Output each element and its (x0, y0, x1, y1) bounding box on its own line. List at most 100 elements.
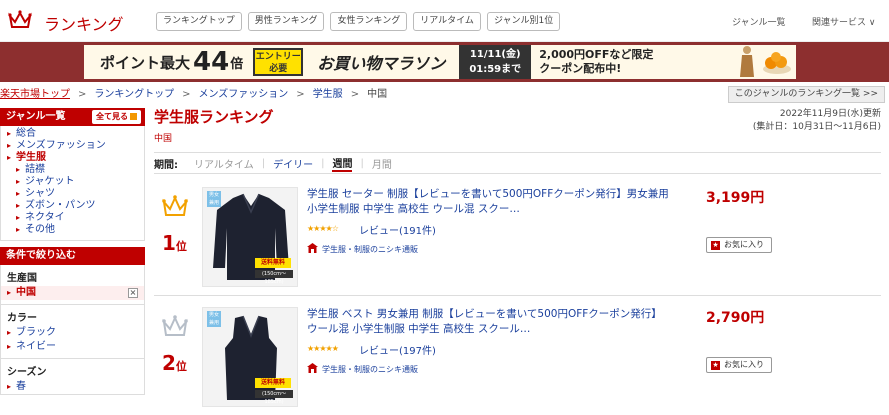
product-price: 2,790円 (706, 310, 765, 326)
filter-color-navy[interactable]: ネイビー (1, 340, 144, 354)
period-weekly[interactable]: 週間 (332, 155, 353, 172)
favorite-label: お気に入り (724, 360, 764, 369)
rating-stars: ★★★★☆ (307, 224, 339, 233)
banner-deadline: 11/11(金) 01:59まで (459, 45, 532, 79)
review-count[interactable]: レビュー(197件) (359, 342, 436, 357)
filter-color-black[interactable]: ブラック (1, 326, 144, 340)
main-content: 学生服ランキング 中国 2022年11月9日(水)更新 (集計日：10月31日〜… (154, 108, 881, 407)
top-tabs: ランキングトップ 男性ランキング 女性ランキング リアルタイム ジャンル別1位 (156, 12, 561, 31)
sidebar-item-mens-fashion[interactable]: メンズファッション (7, 140, 144, 152)
size-note: (150cm〜185cm) (255, 390, 293, 405)
genre-list-title: ジャンル一覧 (6, 111, 66, 122)
banner-entry-line1: エントリー (255, 52, 301, 62)
breadcrumb-ranking-top[interactable]: ランキングトップ (94, 86, 174, 104)
rank-number: 1位 (162, 231, 187, 255)
update-date: 2022年11月9日(水)更新 (779, 109, 881, 119)
sidebar-item-school-uniform[interactable]: 学生服 (7, 152, 144, 164)
breadcrumb-separator: > (296, 89, 305, 100)
ranking-item: 1位 男女兼用 送料無料 (150cm〜185cm) 学生服 セーター 制服【レ… (154, 187, 881, 295)
banner-point-number: 44 (193, 47, 230, 77)
free-shipping-badge: 送料無料 (255, 378, 291, 388)
banner-person-icon (740, 46, 754, 77)
item-divider (154, 295, 881, 296)
sidebar-item-necktie[interactable]: ネクタイ (7, 212, 144, 224)
filter-season-title: シーズン (1, 358, 144, 380)
filter-panel: 生産国 中国 × カラー ブラック ネイビー シーズン 春 (0, 265, 145, 395)
sidebar-item-pants[interactable]: ズボン・パンツ (7, 200, 144, 212)
genre-list-header: ジャンル一覧 全て見る (0, 108, 145, 126)
banner-coupon-line2: クーポン配布中! (539, 62, 622, 75)
shop-icon (307, 363, 318, 373)
shop-icon (307, 243, 318, 253)
banner-point-text: ポイント最大 (100, 53, 191, 72)
favorite-label: お気に入り (724, 240, 764, 249)
related-services-link[interactable]: 関連サービス ∨ (812, 15, 875, 28)
filter-header: 条件で絞り込む (0, 247, 145, 265)
period-realtime[interactable]: リアルタイム (194, 156, 254, 171)
rank-value: 1 (162, 231, 176, 255)
rank-unit: 位 (175, 240, 187, 253)
banner-date-line2: 01:59まで (469, 64, 522, 75)
favorite-button[interactable]: ★ お気に入り (706, 237, 772, 253)
product-image[interactable]: 男女兼用 送料無料 (150cm〜185cm) (202, 187, 298, 287)
banner-point-unit: 倍 (230, 56, 244, 72)
sidebar-item-other[interactable]: その他 (7, 224, 144, 236)
site-header: ランキング ランキングトップ 男性ランキング 女性ランキング リアルタイム ジャ… (0, 0, 889, 42)
period-separator: | (321, 157, 325, 169)
favorite-button[interactable]: ★ お気に入り (706, 357, 772, 373)
breadcrumb-separator: > (182, 89, 191, 100)
review-count[interactable]: レビュー(191件) (359, 222, 436, 237)
tab-female-ranking[interactable]: 女性ランキング (330, 12, 408, 31)
filter-origin-china-label: 中国 (16, 287, 36, 298)
filter-season-spring[interactable]: 春 (1, 380, 144, 394)
banner-coupon-text: 2,000円OFFなど限定 クーポン配布中! (539, 48, 653, 76)
banner-coupon-line1: 2,000円OFFなど限定 (539, 48, 654, 61)
tab-realtime[interactable]: リアルタイム (413, 12, 481, 31)
filter-color-title: カラー (1, 304, 144, 326)
breadcrumb-rakuten-top[interactable]: 楽天市場トップ (0, 86, 70, 104)
genre-ranking-list-button[interactable]: このジャンルのランキング一覧 >> (727, 86, 885, 103)
sidebar-item-tsumeeri[interactable]: 詰襟 (7, 164, 144, 176)
sidebar-item-jacket[interactable]: ジャケット (7, 176, 144, 188)
period-separator: | (360, 157, 364, 169)
crown-logo-icon[interactable] (8, 10, 32, 30)
banner-entry-line2: 必要 (269, 64, 288, 74)
heart-icon: ★ (711, 241, 720, 250)
arrow-icon (130, 113, 137, 120)
clear-filter-icon[interactable]: × (128, 288, 138, 298)
logo-text[interactable]: ランキング (44, 11, 124, 35)
product-image[interactable]: 男女兼用 送料無料 (150cm〜185cm) (202, 307, 298, 407)
sidebar: ジャンル一覧 全て見る 総合 メンズファッション 学生服 詰襟 ジャケット シャ… (0, 108, 145, 395)
breadcrumb-separator: > (78, 89, 87, 100)
size-note: (150cm〜185cm) (255, 270, 293, 285)
promo-banner[interactable]: ポイント最大 44 倍 エントリー 必要 お買い物マラソン 11/11(金) 0… (0, 42, 889, 82)
period-daily[interactable]: デイリー (273, 156, 313, 171)
see-all-button[interactable]: 全て見る (92, 110, 141, 124)
genre-list-link[interactable]: ジャンル一覧 (732, 15, 786, 28)
breadcrumb-mens-fashion[interactable]: メンズファッション (198, 86, 288, 104)
sidebar-item-shirt[interactable]: シャツ (7, 188, 144, 200)
filter-origin-china[interactable]: 中国 × (1, 286, 144, 300)
banner-fruit-icon (763, 52, 791, 74)
rank-number: 2位 (162, 351, 187, 375)
period-selector: 期間: リアルタイム | デイリー | 週間 | 月間 (154, 152, 881, 174)
tab-male-ranking[interactable]: 男性ランキング (247, 12, 325, 31)
product-title[interactable]: 学生服 セーター 制服【レビューを書いて500円OFFクーポン発行】男女兼用 小… (307, 187, 671, 217)
rating-stars: ★★★★★ (307, 344, 339, 353)
shop-name[interactable]: 学生服・制服のニシキ通販 (322, 244, 418, 255)
banner-date-line1: 11/11(金) (469, 49, 521, 60)
shop-name[interactable]: 学生服・制服のニシキ通販 (322, 364, 418, 375)
sidebar-item-overall[interactable]: 総合 (7, 128, 144, 140)
banner-entry-badge: エントリー 必要 (253, 48, 304, 76)
banner-marathon-text: お買い物マラソン (317, 54, 446, 73)
rank-unit: 位 (175, 360, 187, 373)
filter-origin-title: 生産国 (7, 273, 37, 284)
breadcrumb-school-uniform[interactable]: 学生服 (313, 86, 343, 104)
free-shipping-badge: 送料無料 (255, 258, 291, 268)
tab-genre-first[interactable]: ジャンル別1位 (486, 12, 561, 31)
period-monthly[interactable]: 月間 (372, 156, 392, 171)
promo-banner-content: ポイント最大 44 倍 エントリー 必要 お買い物マラソン 11/11(金) 0… (84, 45, 796, 79)
silver-crown-icon (162, 315, 188, 336)
tab-ranking-top[interactable]: ランキングトップ (156, 12, 242, 31)
product-title[interactable]: 学生服 ベスト 男女兼用 制服【レビューを書いて500円OFFクーポン発行】ウー… (307, 307, 671, 337)
